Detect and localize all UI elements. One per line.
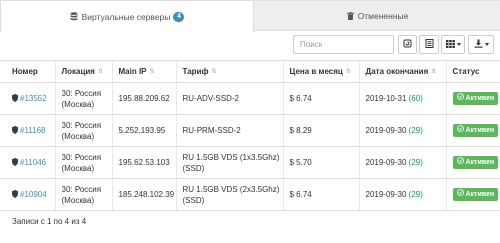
status-badge: Активен xyxy=(452,124,499,137)
cell-status: Активен xyxy=(445,146,500,179)
days-remaining: (29) xyxy=(408,190,423,199)
cell-location: 30: Россия (Москва) xyxy=(54,146,112,179)
cell-location: 30: Россия (Москва) xyxy=(54,178,112,211)
cell-tariff: RU-ADV-SSD-2 xyxy=(175,82,283,115)
status-badge: Активен xyxy=(452,188,499,201)
server-link[interactable]: #10904 xyxy=(20,190,47,199)
cell-end-date: 2019-10-31 (60) xyxy=(358,82,446,115)
tab-virtual-servers[interactable]: Виртуальные серверы 4 xyxy=(0,0,254,32)
table-row: #10904 30: Россия (Москва) 185.248.102.3… xyxy=(0,178,500,211)
column-header-end-date[interactable]: Дата окончания ⇅ xyxy=(358,60,446,83)
cell-status: Активен xyxy=(445,82,500,115)
server-link[interactable]: #11046 xyxy=(20,158,46,167)
shield-icon xyxy=(12,158,18,166)
chevron-down-icon xyxy=(484,43,489,46)
table-row: #13552 30: Россия (Москва) 195.88.209.62… xyxy=(0,82,500,115)
cell-location: 30: Россия (Москва) xyxy=(54,114,112,147)
status-badge: Активен xyxy=(452,156,499,169)
tab-virtual-servers-label: Виртуальные серверы xyxy=(81,11,171,22)
days-remaining: (29) xyxy=(408,126,423,135)
cell-ip: 195.62.53.103 xyxy=(111,146,176,179)
server-link[interactable]: #13552 xyxy=(20,94,47,103)
cell-number: #10904 xyxy=(0,178,55,211)
tab-cancelled[interactable]: Отмененные xyxy=(254,0,500,31)
table-row: #11046 30: Россия (Москва) 195.62.53.103… xyxy=(0,146,500,179)
days-remaining: (29) xyxy=(408,158,423,167)
column-header-ip[interactable]: Main IP ⇅ xyxy=(111,60,176,83)
table-row: #11168 30: Россия (Москва) 5.252.193.95 … xyxy=(0,114,500,147)
cell-tariff: RU-PRM-SSD-2 xyxy=(175,114,283,147)
sort-icon: ⇅ xyxy=(149,69,155,76)
export-dropdown-button[interactable] xyxy=(468,35,494,54)
table-toolbar xyxy=(0,35,500,55)
server-link[interactable]: #11168 xyxy=(20,126,46,135)
pagination-info: Записи с 1 по 4 из 4 xyxy=(12,217,87,226)
refresh-icon xyxy=(403,39,412,50)
cell-number: #11168 xyxy=(0,114,55,147)
days-remaining: (60) xyxy=(408,94,423,103)
server-count-badge: 4 xyxy=(173,11,185,22)
export-icon xyxy=(474,39,483,50)
column-header-number[interactable]: Номер xyxy=(0,60,55,83)
column-header-status[interactable]: Статус xyxy=(445,60,500,83)
sort-icon: ⇅ xyxy=(97,69,103,76)
cell-location: 30: Россия (Москва) xyxy=(54,82,112,115)
column-header-tariff[interactable]: Тариф ⇅ xyxy=(175,60,283,83)
cell-price: $ 6.74 xyxy=(282,178,359,211)
servers-table: Номер Локация ⇅ Main IP ⇅ Тариф ⇅ Цена в ме… xyxy=(0,60,500,211)
table-header-row: Номер Локация ⇅ Main IP ⇅ Тариф ⇅ Цена в ме… xyxy=(0,60,500,83)
status-badge: Активен xyxy=(452,92,499,105)
shield-icon xyxy=(12,190,18,198)
search-input[interactable] xyxy=(293,35,394,54)
tab-cancelled-label: Отмененные xyxy=(357,10,409,21)
shield-icon xyxy=(12,126,18,134)
grid-columns-icon xyxy=(445,39,455,50)
check-circle-icon xyxy=(456,125,464,136)
cell-ip: 5.252.193.95 xyxy=(111,114,176,147)
shield-icon xyxy=(12,94,18,102)
cell-number: #13552 xyxy=(0,82,55,115)
refresh-button[interactable] xyxy=(398,35,417,54)
column-header-location[interactable]: Локация ⇅ xyxy=(54,60,112,83)
cell-ip: 195.88.209.62 xyxy=(111,82,176,115)
tab-bar: Виртуальные серверы 4 Отмененные xyxy=(0,0,500,32)
check-circle-icon xyxy=(456,189,464,200)
list-view-icon xyxy=(425,39,434,50)
check-circle-icon xyxy=(456,93,464,104)
list-view-button[interactable] xyxy=(419,35,439,54)
cell-price: $ 5.70 xyxy=(282,146,359,179)
cell-end-date: 2019-09-30 (29) xyxy=(358,114,446,147)
chevron-down-icon xyxy=(456,43,461,46)
check-circle-icon xyxy=(456,157,464,168)
cell-status: Активен xyxy=(445,178,500,211)
sort-icon: ⇅ xyxy=(431,69,437,76)
cell-price: $ 8.29 xyxy=(282,114,359,147)
database-icon xyxy=(70,12,79,21)
cell-price: $ 6.74 xyxy=(282,82,359,115)
cell-end-date: 2019-09-30 (29) xyxy=(358,178,446,211)
cell-end-date: 2019-09-30 (29) xyxy=(358,146,446,179)
cell-ip: 185.248.102.39 xyxy=(111,178,176,211)
sort-icon: ⇅ xyxy=(211,69,217,76)
cell-status: Активен xyxy=(445,114,500,147)
cell-number: #11046 xyxy=(0,146,55,179)
trash-icon xyxy=(346,11,355,20)
columns-dropdown-button[interactable] xyxy=(441,35,465,54)
cell-tariff: RU 1.5GB VDS (2x3.5Ghz) (SSD) xyxy=(175,178,283,211)
cell-tariff: RU 1.5GB VDS (1x3.5Ghz) (SSD) xyxy=(175,146,283,179)
column-header-price[interactable]: Цена в месяц ⇅ xyxy=(282,60,359,83)
sort-icon: ⇅ xyxy=(345,69,351,76)
